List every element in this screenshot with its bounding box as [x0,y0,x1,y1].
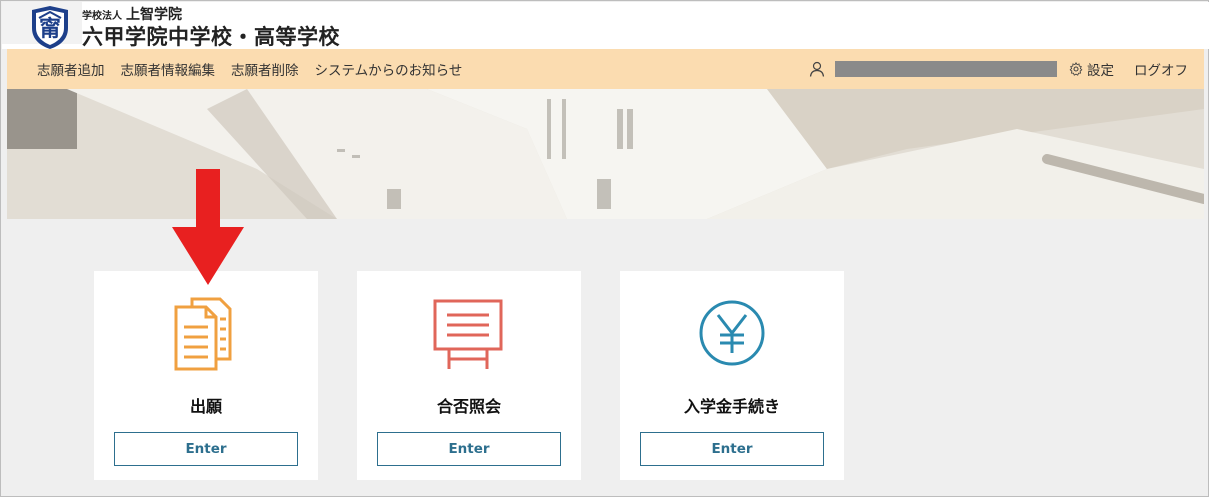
nav-item-edit-applicant[interactable]: 志願者情報編集 [121,59,216,79]
svg-text:甯: 甯 [39,16,61,42]
gear-icon[interactable] [1069,62,1083,76]
page-frame: 甯 学校法人 上智学院 六甲学院中学校・高等学校 志願者追加 志願者情報編集 志… [0,0,1209,497]
notice-board-icon [433,299,503,369]
card-title-result-inquiry: 合否照会 [436,397,501,416]
nav-user-area: 設定 ログオフ [809,49,1188,89]
card-title-application: 出願 [189,397,222,416]
corporation-prefix: 学校法人 [82,11,122,22]
card-enrollment-fee: 入学金手続き Enter [620,271,844,480]
red-down-arrow-icon [172,169,244,285]
school-name[interactable]: 六甲学院中学校・高等学校 [82,21,340,51]
enter-button-result-inquiry[interactable]: Enter [377,432,561,466]
card-application: 出願 Enter [94,271,318,480]
corporation-line: 学校法人 上智学院 [82,4,182,23]
nav-item-delete-applicant[interactable]: 志願者削除 [231,59,299,79]
enter-button-enrollment-fee[interactable]: Enter [640,432,824,466]
nav-item-system-notices[interactable]: システムからのお知らせ [315,59,463,79]
logoff-link[interactable]: ログオフ [1134,59,1188,79]
settings-link[interactable]: 設定 [1087,59,1114,79]
site-header: 甯 学校法人 上智学院 六甲学院中学校・高等学校 [2,2,1209,49]
nav-item-add-applicant[interactable]: 志願者追加 [37,59,105,79]
documents-icon [174,297,232,371]
redacted-user-name [835,61,1057,77]
nav-bar: 志願者追加 志願者情報編集 志願者削除 システムからのお知らせ 設定 ログオフ [7,49,1204,89]
yen-icon [699,300,765,366]
card-title-enrollment-fee: 入学金手続き [683,397,780,416]
school-emblem-icon[interactable]: 甯 [27,4,73,50]
user-icon [809,61,825,77]
enter-button-application[interactable]: Enter [114,432,298,466]
card-result-inquiry: 合否照会 Enter [357,271,581,480]
